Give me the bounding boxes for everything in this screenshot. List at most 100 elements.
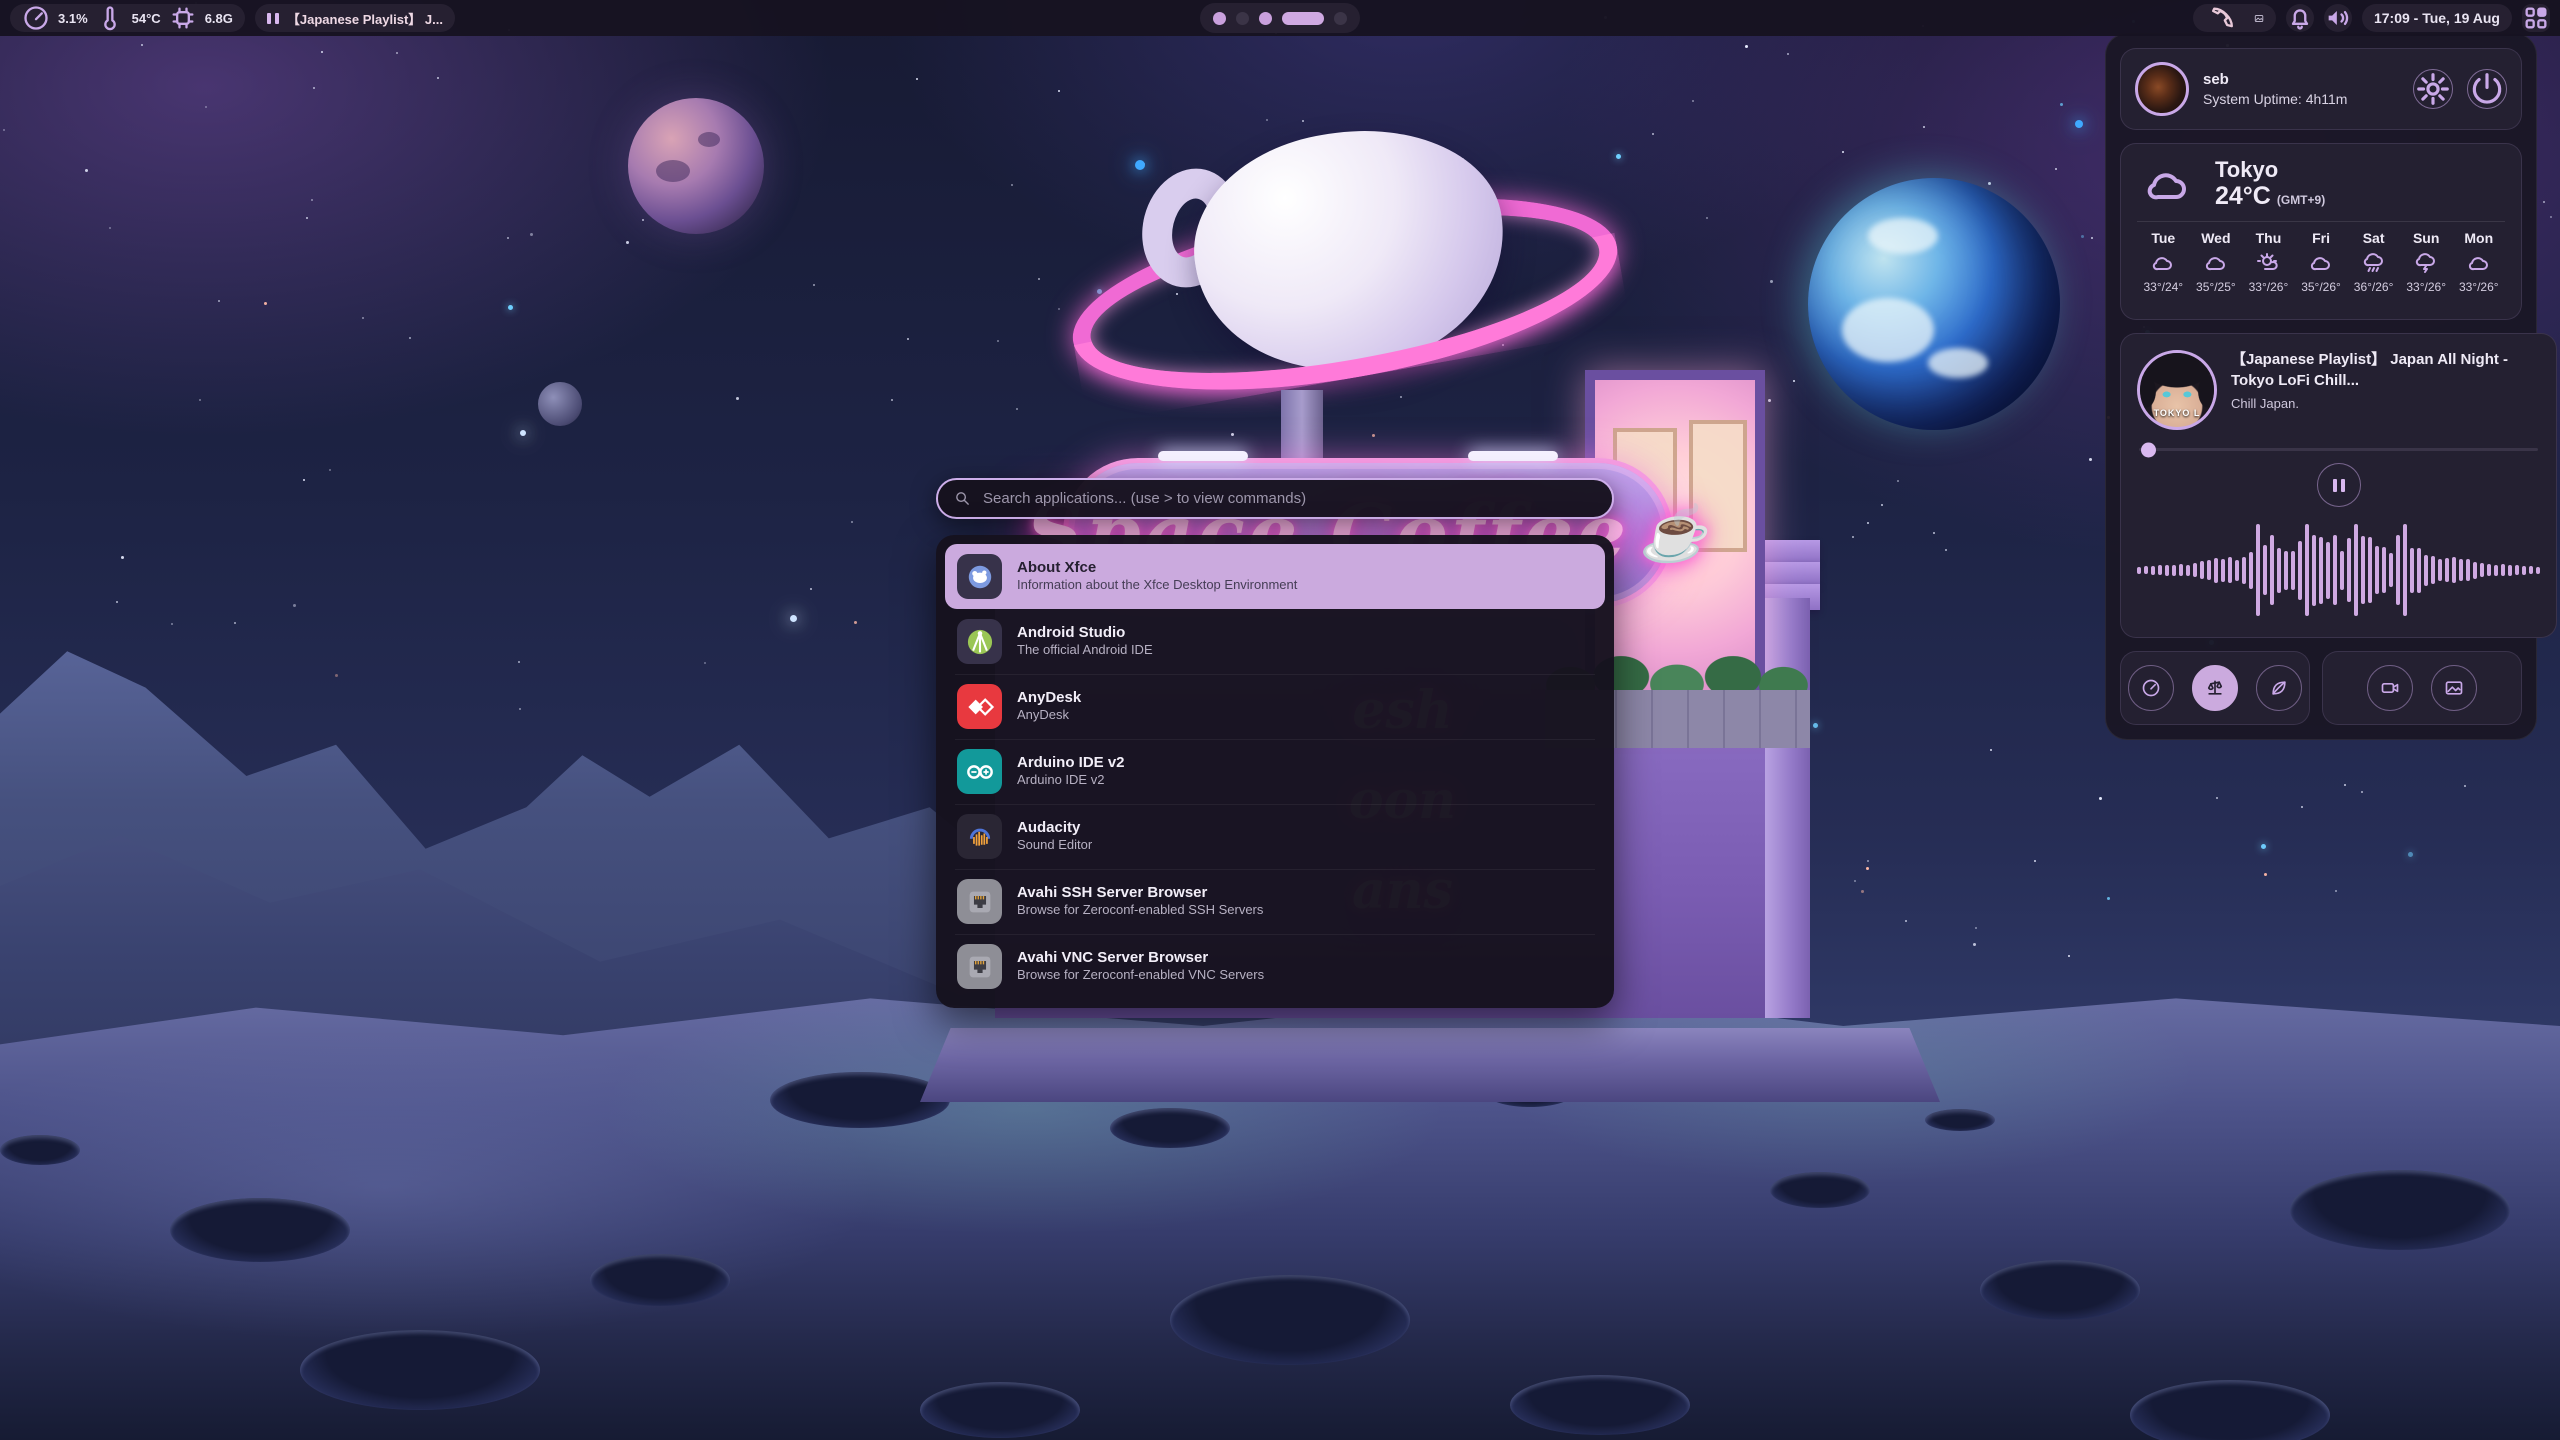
workspace-dot-2[interactable] (1236, 12, 1249, 25)
workspace-dot-4[interactable] (1282, 12, 1324, 25)
workspace-dot-1[interactable] (1213, 12, 1226, 25)
thunder-icon (2412, 251, 2440, 275)
notifications-button[interactable] (2286, 4, 2314, 32)
track-subtitle: Chill Japan. (2231, 396, 2540, 411)
videocam-icon (2380, 678, 2400, 698)
seek-bar[interactable] (2139, 448, 2538, 451)
workspace-dot-5[interactable] (1334, 12, 1347, 25)
user-card: seb System Uptime: 4h11m (2120, 48, 2522, 130)
app-description: AnyDesk (1017, 707, 1081, 724)
arduino-app-icon (957, 749, 1002, 794)
forecast-day-label: Fri (2312, 230, 2330, 246)
memory-usage: 6.8G (205, 11, 233, 26)
bell-icon (2286, 4, 2314, 32)
workspace-indicator[interactable] (1200, 3, 1360, 33)
settings-button[interactable] (2413, 69, 2453, 109)
seek-knob[interactable] (2141, 442, 2156, 457)
pause-icon (267, 13, 279, 24)
app-description: Sound Editor (1017, 837, 1092, 854)
forecast-temps: 36°/26° (2354, 280, 2394, 294)
app-description: Information about the Xfce Desktop Envir… (1017, 577, 1297, 594)
forecast-temps: 35°/25° (2196, 280, 2236, 294)
image-icon (2444, 678, 2464, 698)
volume-button[interactable] (2324, 4, 2352, 32)
earth-planet (1808, 178, 2060, 430)
leaf-icon (2269, 678, 2289, 698)
username: seb (2203, 71, 2399, 88)
call-icon[interactable] (2205, 4, 2240, 32)
clock-pill[interactable]: 17:09 - Tue, 19 Aug (2362, 4, 2512, 32)
overview-button[interactable] (2522, 4, 2550, 32)
uptime-label: System Uptime: 4h11m (2203, 91, 2399, 107)
app-row-about-xfce[interactable]: About Xfce Information about the Xfce De… (945, 544, 1605, 609)
anydesk-app-icon (957, 684, 1002, 729)
app-name: Arduino IDE v2 (1017, 754, 1125, 773)
cpu-usage: 3.1% (58, 11, 88, 26)
cpu-temp: 54°C (132, 11, 161, 26)
forecast-row: Tue 33°/24°Wed 35°/25°Thu 33°/26°Fri 35°… (2137, 230, 2505, 309)
cloud-icon (2202, 251, 2230, 275)
power-button[interactable] (2467, 69, 2507, 109)
app-row-android-studio[interactable]: Android Studio The official Android IDE (945, 609, 1605, 674)
app-name: Avahi VNC Server Browser (1017, 949, 1264, 968)
wallpaper-icon[interactable] (2254, 11, 2264, 26)
search-input[interactable] (981, 489, 1596, 508)
forecast-day-label: Sat (2363, 230, 2385, 246)
xfce-app-icon (957, 554, 1002, 599)
speedometer-icon (22, 4, 50, 32)
capture-card (2322, 651, 2522, 725)
tray-pill[interactable] (2193, 4, 2276, 32)
media-player-card: TOKYO L 【Japanese Playlist】 Japan All Ni… (2120, 333, 2557, 638)
cloud-icon (2149, 251, 2177, 275)
app-description: The official Android IDE (1017, 642, 1153, 659)
media-pill[interactable]: 【Japanese Playlist】 J... (255, 4, 455, 32)
forecast-day-sat: Sat 36°/26° (2347, 230, 2400, 309)
pause-icon (2333, 479, 2345, 492)
workspace-dot-3[interactable] (1259, 12, 1272, 25)
scales-icon (2205, 678, 2225, 698)
screenshot-button[interactable] (2431, 665, 2477, 711)
search-bar[interactable] (936, 478, 1614, 519)
speaker-icon (2324, 4, 2352, 32)
audio-visualizer (2137, 519, 2540, 622)
system-stats-pill[interactable]: 3.1% 54°C 6.8G (10, 4, 245, 32)
cloud-icon (2307, 251, 2335, 275)
forecast-day-label: Tue (2151, 230, 2175, 246)
balanced-button[interactable] (2192, 665, 2238, 711)
grid-icon (2522, 4, 2550, 32)
saturn-cup (1135, 118, 1555, 418)
powersave-button[interactable] (2256, 665, 2302, 711)
weather-timezone: (GMT+9) (2277, 193, 2325, 207)
album-art: TOKYO L (2137, 350, 2217, 430)
app-row-avahi-ssh-server-browser[interactable]: Avahi SSH Server Browser Browse for Zero… (945, 869, 1605, 934)
thermometer-icon (96, 4, 124, 32)
play-pause-button[interactable] (2317, 463, 2361, 506)
cloud-icon (2465, 251, 2493, 275)
forecast-day-label: Mon (2464, 230, 2493, 246)
app-name: Android Studio (1017, 624, 1153, 643)
performance-button[interactable] (2128, 665, 2174, 711)
app-row-audacity[interactable]: Audacity Sound Editor (945, 804, 1605, 869)
search-icon (954, 490, 971, 507)
app-name: Audacity (1017, 819, 1092, 838)
app-name: About Xfce (1017, 559, 1297, 578)
weather-icon (2137, 161, 2199, 209)
app-launcher: About Xfce Information about the Xfce De… (936, 478, 1614, 1008)
forecast-day-thu: Thu 33°/26° (2242, 230, 2295, 309)
app-list: About Xfce Information about the Xfce De… (936, 535, 1614, 1008)
app-row-anydesk[interactable]: AnyDesk AnyDesk (945, 674, 1605, 739)
weather-temp: 24°C (2215, 182, 2271, 211)
forecast-day-label: Thu (2256, 230, 2282, 246)
forecast-temps: 33°/26° (2249, 280, 2289, 294)
album-art-caption: TOKYO L (2140, 408, 2214, 418)
app-description: Browse for Zeroconf-enabled VNC Servers (1017, 967, 1264, 984)
forecast-day-sun: Sun 33°/26° (2400, 230, 2453, 309)
network-app-icon (957, 944, 1002, 989)
gear-icon (2414, 70, 2452, 108)
rain-icon (2360, 251, 2388, 275)
control-panel: seb System Uptime: 4h11m Tokyo 24°C (GMT… (2105, 33, 2537, 740)
app-row-avahi-vnc-server-browser[interactable]: Avahi VNC Server Browser Browse for Zero… (945, 934, 1605, 999)
app-row-arduino-ide-v2[interactable]: Arduino IDE v2 Arduino IDE v2 (945, 739, 1605, 804)
sun-cloud-icon (2254, 251, 2282, 275)
screen-record-button[interactable] (2367, 665, 2413, 711)
